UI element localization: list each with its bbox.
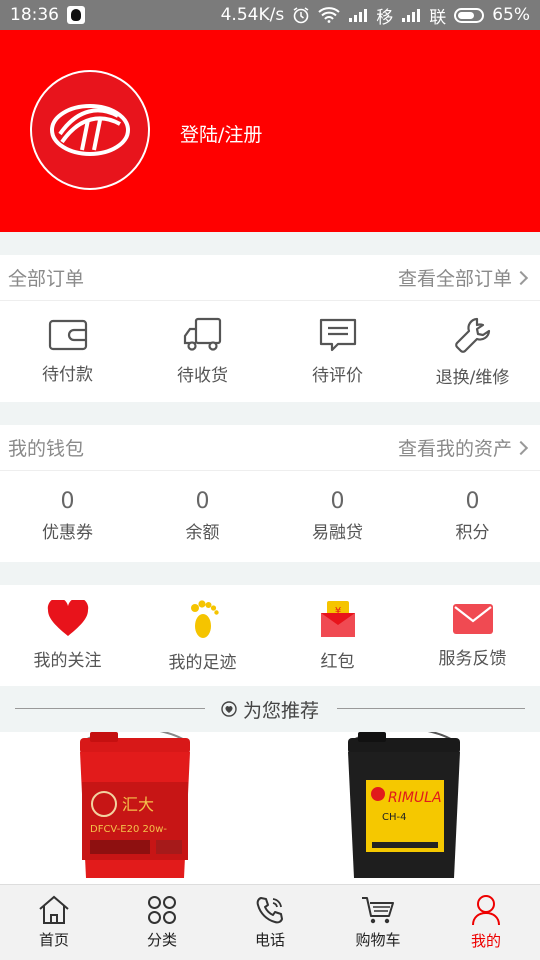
tab-home[interactable]: 首页 xyxy=(0,885,108,960)
svg-text:汇大: 汇大 xyxy=(122,795,154,814)
wallet-header: 我的钱包 查看我的资产 xyxy=(0,425,540,471)
shortcuts-section: 我的关注 我的足迹 ¥ 红包 服务反馈 xyxy=(0,585,540,686)
tab-phone[interactable]: 电话 xyxy=(216,885,324,960)
wallet-balance[interactable]: 0 余额 xyxy=(135,471,270,561)
balance-label: 余额 xyxy=(185,523,220,543)
heart-circle-icon xyxy=(221,701,237,717)
tab-mine-label: 我的 xyxy=(470,932,501,950)
carrier-1: 移 xyxy=(376,7,394,28)
coupons-label: 优惠券 xyxy=(42,523,93,543)
points-count: 0 xyxy=(465,489,480,514)
wallet-points[interactable]: 0 积分 xyxy=(405,471,540,561)
order-pending-receipt[interactable]: 待收货 xyxy=(135,301,270,401)
wallet-coupons[interactable]: 0 优惠券 xyxy=(0,471,135,561)
view-all-orders-link[interactable]: 查看全部订单 xyxy=(398,264,532,291)
order-pending-review[interactable]: 待评价 xyxy=(270,301,405,401)
loan-label: 易融贷 xyxy=(312,523,363,543)
my-follows-label: 我的关注 xyxy=(33,651,102,671)
svg-text:RIMULA: RIMULA xyxy=(388,790,442,806)
my-follows[interactable]: 我的关注 xyxy=(0,585,135,686)
brand-logo[interactable] xyxy=(30,70,150,190)
truck-icon xyxy=(183,317,221,351)
service-feedback-label: 服务反馈 xyxy=(438,649,507,669)
recommend-divider: 为您推荐 xyxy=(0,686,540,732)
balance-amount: 0 xyxy=(195,489,210,514)
wallet-icon xyxy=(48,319,87,350)
coupons-count: 0 xyxy=(60,489,75,514)
tab-home-label: 首页 xyxy=(38,931,69,949)
tab-mine[interactable]: 我的 xyxy=(432,885,540,960)
status-time: 18:36 xyxy=(10,5,59,25)
recommend-title: 为您推荐 xyxy=(214,695,325,723)
red-envelope-icon: ¥ xyxy=(320,601,355,637)
bottom-tab-bar: 首页 分类 电话 购物车 我的 xyxy=(0,884,540,960)
divider-line xyxy=(337,708,525,709)
order-return-repair[interactable]: 退换/维修 xyxy=(405,301,540,401)
service-feedback[interactable]: 服务反馈 xyxy=(405,585,540,686)
product-card[interactable]: RIMULA CH-4 xyxy=(338,727,468,884)
order-pending-payment[interactable]: 待付款 xyxy=(0,301,135,401)
phone-icon xyxy=(256,897,283,924)
tab-category[interactable]: 分类 xyxy=(108,885,216,960)
order-return-repair-label: 退换/维修 xyxy=(435,367,510,388)
svg-text:CH-4: CH-4 xyxy=(382,812,406,823)
network-speed: 4.54K/s xyxy=(220,5,285,25)
login-register-link[interactable]: 登陆/注册 xyxy=(180,120,262,147)
wifi-icon xyxy=(318,7,340,23)
my-footprints[interactable]: 我的足迹 xyxy=(135,585,270,686)
order-pending-review-label: 待评价 xyxy=(312,365,363,386)
tab-cart-label: 购物车 xyxy=(355,931,401,949)
order-pending-receipt-label: 待收货 xyxy=(177,365,228,386)
heart-icon xyxy=(47,600,88,636)
carrier-2: 联 xyxy=(429,7,447,28)
comment-icon xyxy=(319,318,356,351)
battery-icon xyxy=(454,7,485,23)
recommended-products: 汇大 DFCV-E20 20w- RIMULA CH-4 xyxy=(0,727,540,884)
battery-level: 65% xyxy=(492,5,530,25)
product-image: RIMULA CH-4 xyxy=(348,727,460,878)
loan-amount: 0 xyxy=(330,489,345,514)
orders-header: 全部订单 查看全部订单 xyxy=(0,255,540,301)
red-envelope-label: 红包 xyxy=(320,652,355,672)
profile-header: 登陆/注册 xyxy=(0,30,540,232)
wrench-icon xyxy=(454,317,490,353)
home-icon xyxy=(39,895,69,924)
cart-icon xyxy=(362,897,394,924)
status-bar: 18:36 4.54K/s 移 联 65% xyxy=(0,0,540,30)
footprint-icon xyxy=(190,600,219,638)
orders-section: 全部订单 查看全部订单 待付款 待收货 待评价 退换/维修 xyxy=(0,255,540,402)
brand-logo-icon xyxy=(50,104,130,156)
category-icon xyxy=(148,896,176,924)
recommend-label: 为您推荐 xyxy=(242,699,319,722)
my-footprints-label: 我的足迹 xyxy=(168,653,237,673)
red-envelope[interactable]: ¥ 红包 xyxy=(270,585,405,686)
user-icon xyxy=(472,895,500,926)
tab-phone-label: 电话 xyxy=(254,931,285,949)
orders-title: 全部订单 xyxy=(8,268,85,290)
mail-icon xyxy=(452,604,493,634)
chevron-right-icon xyxy=(513,440,529,455)
wallet-title: 我的钱包 xyxy=(8,438,85,460)
signal-icon xyxy=(349,9,368,22)
view-assets-label: 查看我的资产 xyxy=(397,438,512,460)
divider-line xyxy=(15,708,205,709)
tab-category-label: 分类 xyxy=(146,931,177,949)
wallet-loan[interactable]: 0 易融贷 xyxy=(270,471,405,561)
order-pending-payment-label: 待付款 xyxy=(42,364,93,385)
svg-text:DFCV-E20 20w-: DFCV-E20 20w- xyxy=(90,824,167,835)
chevron-right-icon xyxy=(513,270,529,285)
product-image: 汇大 DFCV-E20 20w- xyxy=(80,727,190,878)
signal-icon xyxy=(402,9,421,22)
view-assets-link[interactable]: 查看我的资产 xyxy=(398,434,532,461)
points-label: 积分 xyxy=(455,523,490,543)
qq-notification-icon xyxy=(67,6,85,24)
alarm-icon xyxy=(293,7,309,24)
product-card[interactable]: 汇大 DFCV-E20 20w- xyxy=(70,727,200,884)
tab-cart[interactable]: 购物车 xyxy=(324,885,432,960)
wallet-section: 我的钱包 查看我的资产 0 优惠券 0 余额 0 易融贷 0 积分 xyxy=(0,425,540,562)
view-all-orders-label: 查看全部订单 xyxy=(397,268,512,290)
